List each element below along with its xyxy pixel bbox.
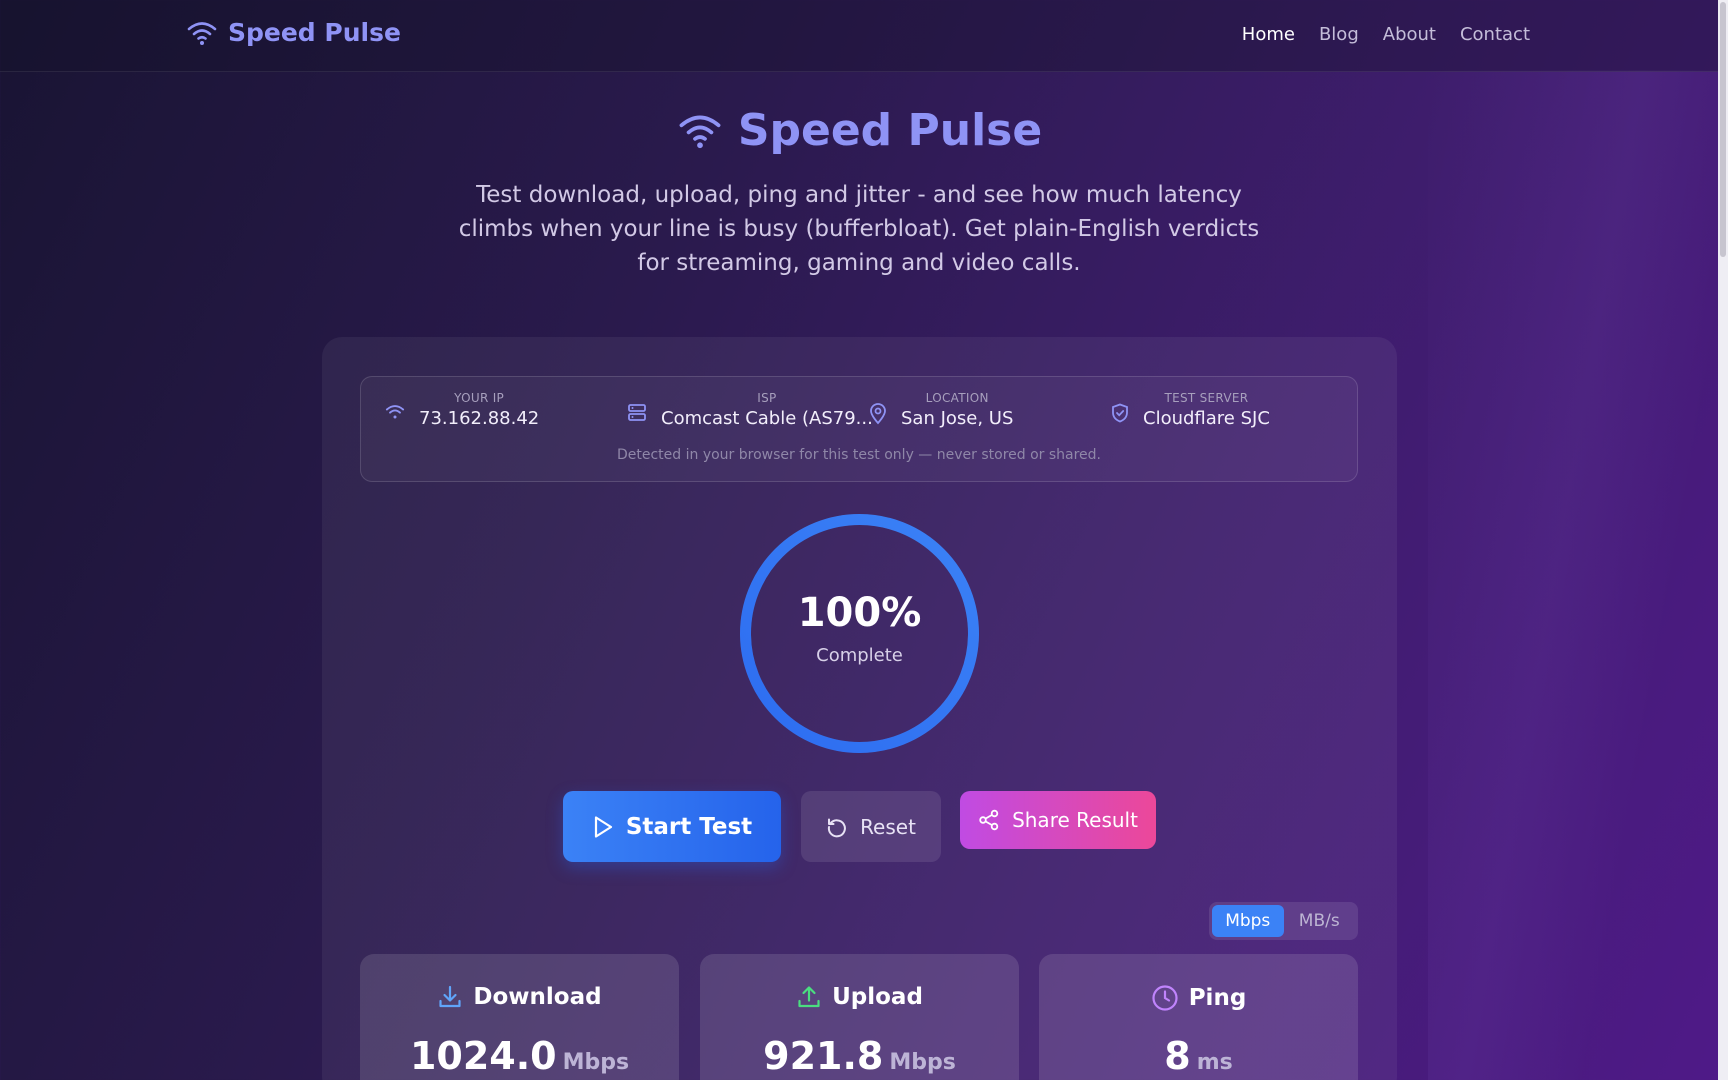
start-test-label: Start Test <box>625 813 753 840</box>
metric-value-ping: 8 <box>1164 1034 1191 1078</box>
connection-info-panel: YOUR IP 73.162.88.42 ISP Comcast Cable (… <box>360 376 1358 482</box>
info-server-label: TEST SERVER <box>1164 391 1249 405</box>
share-result-label: Share Result <box>1012 808 1138 832</box>
upload-icon <box>798 986 820 1008</box>
info-isp: ISP Comcast Cable (AS79... <box>627 391 873 429</box>
brand-logo[interactable]: Speed Pulse <box>186 18 401 47</box>
info-ip: YOUR IP 73.162.88.42 <box>385 391 539 429</box>
start-test-button[interactable]: Start Test <box>563 791 781 862</box>
hero-title: Speed Pulse <box>0 105 1718 156</box>
download-icon <box>439 985 462 1008</box>
metric-label-upload: Upload <box>832 984 923 1010</box>
unit-toggle: Mbps MB/s <box>1209 902 1358 940</box>
nav-link-about[interactable]: About <box>1383 24 1436 45</box>
reset-button[interactable]: Reset <box>801 791 941 862</box>
reset-icon <box>828 818 846 837</box>
gauge-percent: 100% <box>797 590 922 636</box>
metric-card-upload: Upload 921.8 Mbps <box>700 954 1019 1080</box>
clock-icon <box>1152 985 1178 1011</box>
info-ip-value: 73.162.88.42 <box>419 408 540 429</box>
metric-value-upload: 921.8 <box>763 1034 884 1078</box>
info-location-value: San Jose, US <box>901 408 1014 429</box>
info-ip-label: YOUR IP <box>454 391 505 405</box>
privacy-note: Detected in your browser for this test o… <box>616 447 1102 463</box>
wifi-icon <box>385 405 405 419</box>
info-server: TEST SERVER Cloudflare SJC <box>1111 391 1270 429</box>
shield-check-icon <box>1112 403 1128 423</box>
server-icon <box>628 404 646 421</box>
map-pin-icon <box>870 403 886 425</box>
info-location-label: LOCATION <box>925 391 989 405</box>
nav-link-home[interactable]: Home <box>1242 24 1295 45</box>
metric-label-ping: Ping <box>1188 985 1247 1011</box>
share-icon <box>979 809 999 831</box>
share-result-button[interactable]: Share Result <box>960 791 1156 849</box>
info-isp-value: Comcast Cable (AS79... <box>661 408 873 429</box>
metric-card-download: Download 1024.0 Mbps <box>360 954 679 1080</box>
nav-link-blog[interactable]: Blog <box>1319 24 1359 45</box>
play-icon <box>594 815 612 838</box>
hero-subtitle: Test download, upload, ping and jitter -… <box>458 182 1260 276</box>
hero-title-text: Speed Pulse <box>737 105 1043 156</box>
metric-unit-ping: ms <box>1196 1050 1233 1075</box>
info-location: LOCATION San Jose, US <box>869 391 1013 429</box>
gauge-status: Complete <box>816 645 903 666</box>
metric-card-ping: Ping 8 ms <box>1039 954 1358 1080</box>
info-server-value: Cloudflare SJC <box>1143 408 1270 429</box>
wifi-icon <box>187 21 217 45</box>
wifi-icon <box>679 115 721 148</box>
unit-option-mbps[interactable]: Mbps <box>1212 905 1284 937</box>
metric-label-download: Download <box>473 984 602 1010</box>
background-streak <box>1428 70 1728 1080</box>
reset-label: Reset <box>860 814 916 839</box>
metric-value-download: 1024.0 <box>409 1034 557 1078</box>
top-navbar: Speed Pulse Home Blog About Contact <box>0 0 1718 72</box>
page-scrollbar[interactable] <box>1718 0 1728 1080</box>
metric-unit-upload: Mbps <box>889 1050 956 1075</box>
scrollbar-thumb[interactable] <box>1720 2 1726 257</box>
nav-links: Home Blog About Contact <box>1242 24 1530 45</box>
unit-option-mbs[interactable]: MB/s <box>1284 905 1356 937</box>
nav-link-contact[interactable]: Contact <box>1460 24 1530 45</box>
info-isp-label: ISP <box>757 391 777 405</box>
metric-unit-download: Mbps <box>562 1050 630 1075</box>
brand-name: Speed Pulse <box>228 18 401 47</box>
